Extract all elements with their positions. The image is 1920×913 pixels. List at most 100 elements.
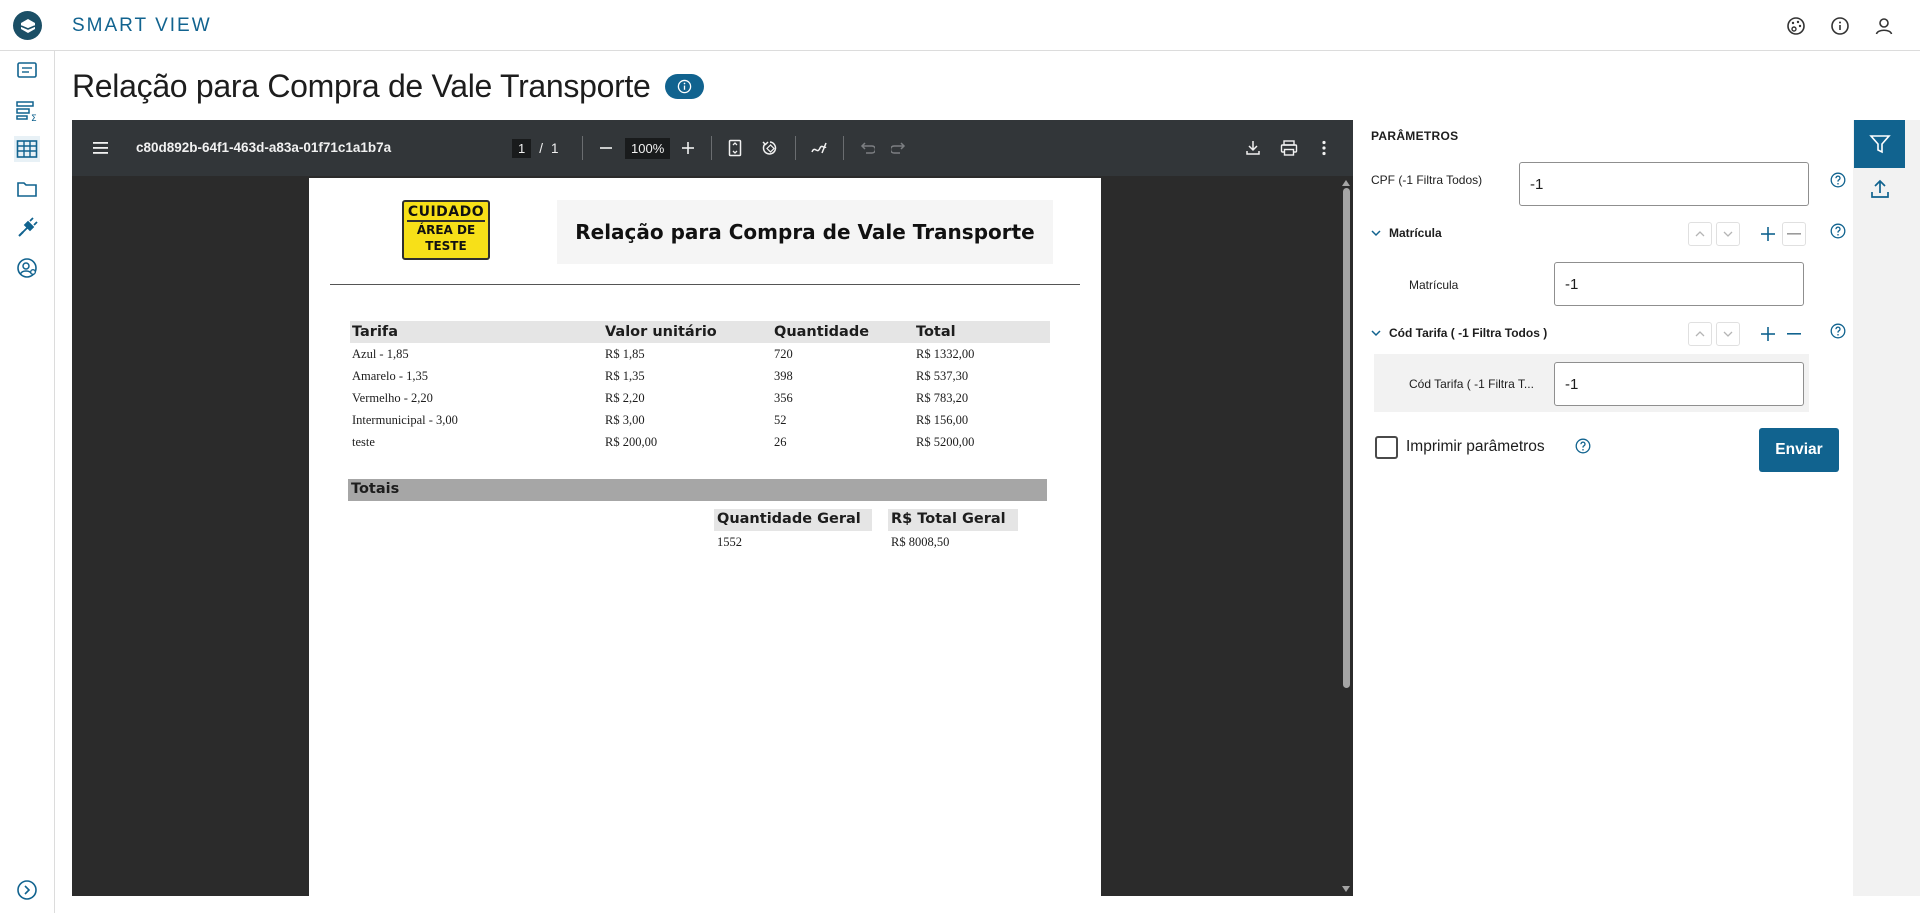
column-header: Tarifa: [350, 321, 603, 343]
print-parameters-checkbox[interactable]: [1375, 436, 1398, 459]
info-icon[interactable]: [1828, 14, 1852, 38]
tarifa-group-toggle[interactable]: Cód Tarifa ( -1 Filtra Todos ): [1371, 326, 1547, 340]
add-button[interactable]: [1756, 222, 1780, 246]
move-up-button[interactable]: [1688, 322, 1712, 346]
table-header-row: Tarifa Valor unitário Quantidade Total: [350, 321, 1050, 343]
filter-button[interactable]: [1854, 120, 1905, 168]
app-logo-icon[interactable]: [13, 11, 42, 40]
plus-icon: [1761, 327, 1775, 341]
matricula-group-toggle[interactable]: Matrícula: [1371, 226, 1442, 240]
annotate-icon[interactable]: [809, 136, 829, 160]
page-separator: /: [539, 140, 543, 156]
pdf-scroll-thumb[interactable]: [1343, 188, 1350, 688]
table-cell: Vermelho - 2,20: [352, 390, 433, 405]
help-icon[interactable]: [1830, 172, 1846, 188]
send-button[interactable]: Enviar: [1759, 428, 1839, 472]
table-cell: 720: [774, 346, 793, 361]
print-parameters-label: Imprimir parâmetros: [1406, 438, 1545, 455]
table-cell: Intermunicipal - 3,00: [352, 412, 458, 427]
fit-page-icon[interactable]: [725, 136, 745, 160]
divider: [330, 284, 1080, 285]
sidebar-plugin-icon[interactable]: [14, 215, 40, 241]
fare-table: Tarifa Valor unitário Quantidade Total A…: [350, 321, 1050, 453]
svg-text:Σ: Σ: [31, 114, 37, 122]
remove-button[interactable]: [1782, 222, 1806, 246]
zoom-in-icon[interactable]: [678, 136, 698, 160]
help-icon[interactable]: [1575, 438, 1591, 454]
table-cell: R$ 1332,00: [916, 346, 975, 361]
zoom-out-icon[interactable]: [596, 136, 616, 160]
zoom-level-input[interactable]: 100%: [625, 137, 671, 159]
move-up-button[interactable]: [1688, 222, 1712, 246]
column-header: Valor unitário: [603, 321, 772, 343]
matricula-group-title: Matrícula: [1389, 226, 1442, 240]
total-quantity-header: Quantidade Geral: [714, 509, 872, 531]
table-cell: R$ 156,00: [916, 412, 969, 427]
sidebar: Σ: [0, 51, 55, 913]
table-row: Azul - 1,85 R$ 1,85 720 R$ 1332,00: [350, 343, 1050, 365]
undo-icon[interactable]: [857, 136, 877, 160]
user-icon[interactable]: [1872, 14, 1896, 38]
scroll-down-icon[interactable]: [1342, 886, 1350, 892]
palette-icon[interactable]: [1784, 14, 1808, 38]
filter-icon: [1868, 135, 1891, 154]
report-title: Relação para Compra de Vale Transporte: [557, 200, 1053, 264]
table-row: Amarelo - 1,35 R$ 1,35 398 R$ 537,30: [350, 365, 1050, 387]
tarifa-label: Cód Tarifa ( -1 Filtra T...: [1409, 377, 1534, 391]
toolbar-divider: [711, 136, 712, 160]
column-header: Total: [914, 321, 1050, 343]
chevron-down-icon: [1371, 230, 1381, 237]
rotate-icon[interactable]: [760, 136, 780, 160]
help-icon[interactable]: [1830, 323, 1846, 339]
parameters-title: PARÂMETROS: [1371, 129, 1459, 143]
chevron-up-icon: [1695, 331, 1705, 337]
move-down-button[interactable]: [1716, 322, 1740, 346]
sidebar-expand-icon[interactable]: [14, 877, 40, 903]
remove-button[interactable]: [1782, 322, 1806, 346]
plus-icon: [1761, 227, 1775, 241]
table-cell: 398: [774, 368, 793, 383]
table-cell: 52: [774, 412, 787, 427]
more-options-icon[interactable]: [1314, 136, 1334, 160]
sidebar-folder-icon[interactable]: [14, 176, 40, 202]
matricula-input[interactable]: -1: [1554, 262, 1804, 306]
table-cell: R$ 5200,00: [916, 434, 975, 449]
report-info-button[interactable]: [664, 74, 704, 99]
sign-text-1: CUIDADO: [407, 204, 485, 222]
total-quantity-value: 1552: [717, 535, 742, 549]
cpf-input[interactable]: -1: [1519, 162, 1809, 206]
page-number-input[interactable]: 1: [512, 138, 532, 158]
tarifa-input[interactable]: -1: [1554, 362, 1804, 406]
help-icon[interactable]: [1830, 223, 1846, 239]
sidebar-reports-icon[interactable]: [14, 58, 40, 84]
toolbar-divider: [582, 136, 583, 160]
chevron-down-icon: [1371, 330, 1381, 337]
table-row: Intermunicipal - 3,00 R$ 3,00 52 R$ 156,…: [350, 409, 1050, 431]
minus-icon: [1787, 333, 1801, 335]
page-title: Relação para Compra de Vale Transporte: [72, 68, 651, 104]
sidebar-list-sum-icon[interactable]: Σ: [14, 98, 40, 124]
info-icon: [677, 79, 691, 94]
table-cell: teste: [352, 434, 375, 449]
table-row: teste R$ 200,00 26 R$ 5200,00: [350, 431, 1050, 453]
chevron-down-icon: [1723, 331, 1733, 337]
table-cell: R$ 3,00: [605, 412, 645, 427]
print-icon[interactable]: [1278, 136, 1300, 160]
table-cell: Azul - 1,85: [352, 346, 409, 361]
menu-icon[interactable]: [92, 136, 110, 160]
add-button[interactable]: [1756, 322, 1780, 346]
upload-icon: [1871, 179, 1889, 198]
table-cell: 356: [774, 390, 793, 405]
chevron-up-icon: [1695, 231, 1705, 237]
table-cell: R$ 2,20: [605, 390, 645, 405]
sidebar-user-settings-icon[interactable]: [14, 255, 40, 281]
table-cell: R$ 1,85: [605, 346, 645, 361]
upload-button[interactable]: [1867, 176, 1893, 202]
redo-icon[interactable]: [889, 136, 909, 160]
move-down-button[interactable]: [1716, 222, 1740, 246]
sidebar-table-icon[interactable]: [14, 136, 40, 162]
scroll-up-icon[interactable]: [1342, 180, 1350, 186]
download-icon[interactable]: [1243, 136, 1263, 160]
tarifa-group-title: Cód Tarifa ( -1 Filtra Todos ): [1389, 326, 1548, 340]
toolbar-divider: [843, 136, 844, 160]
